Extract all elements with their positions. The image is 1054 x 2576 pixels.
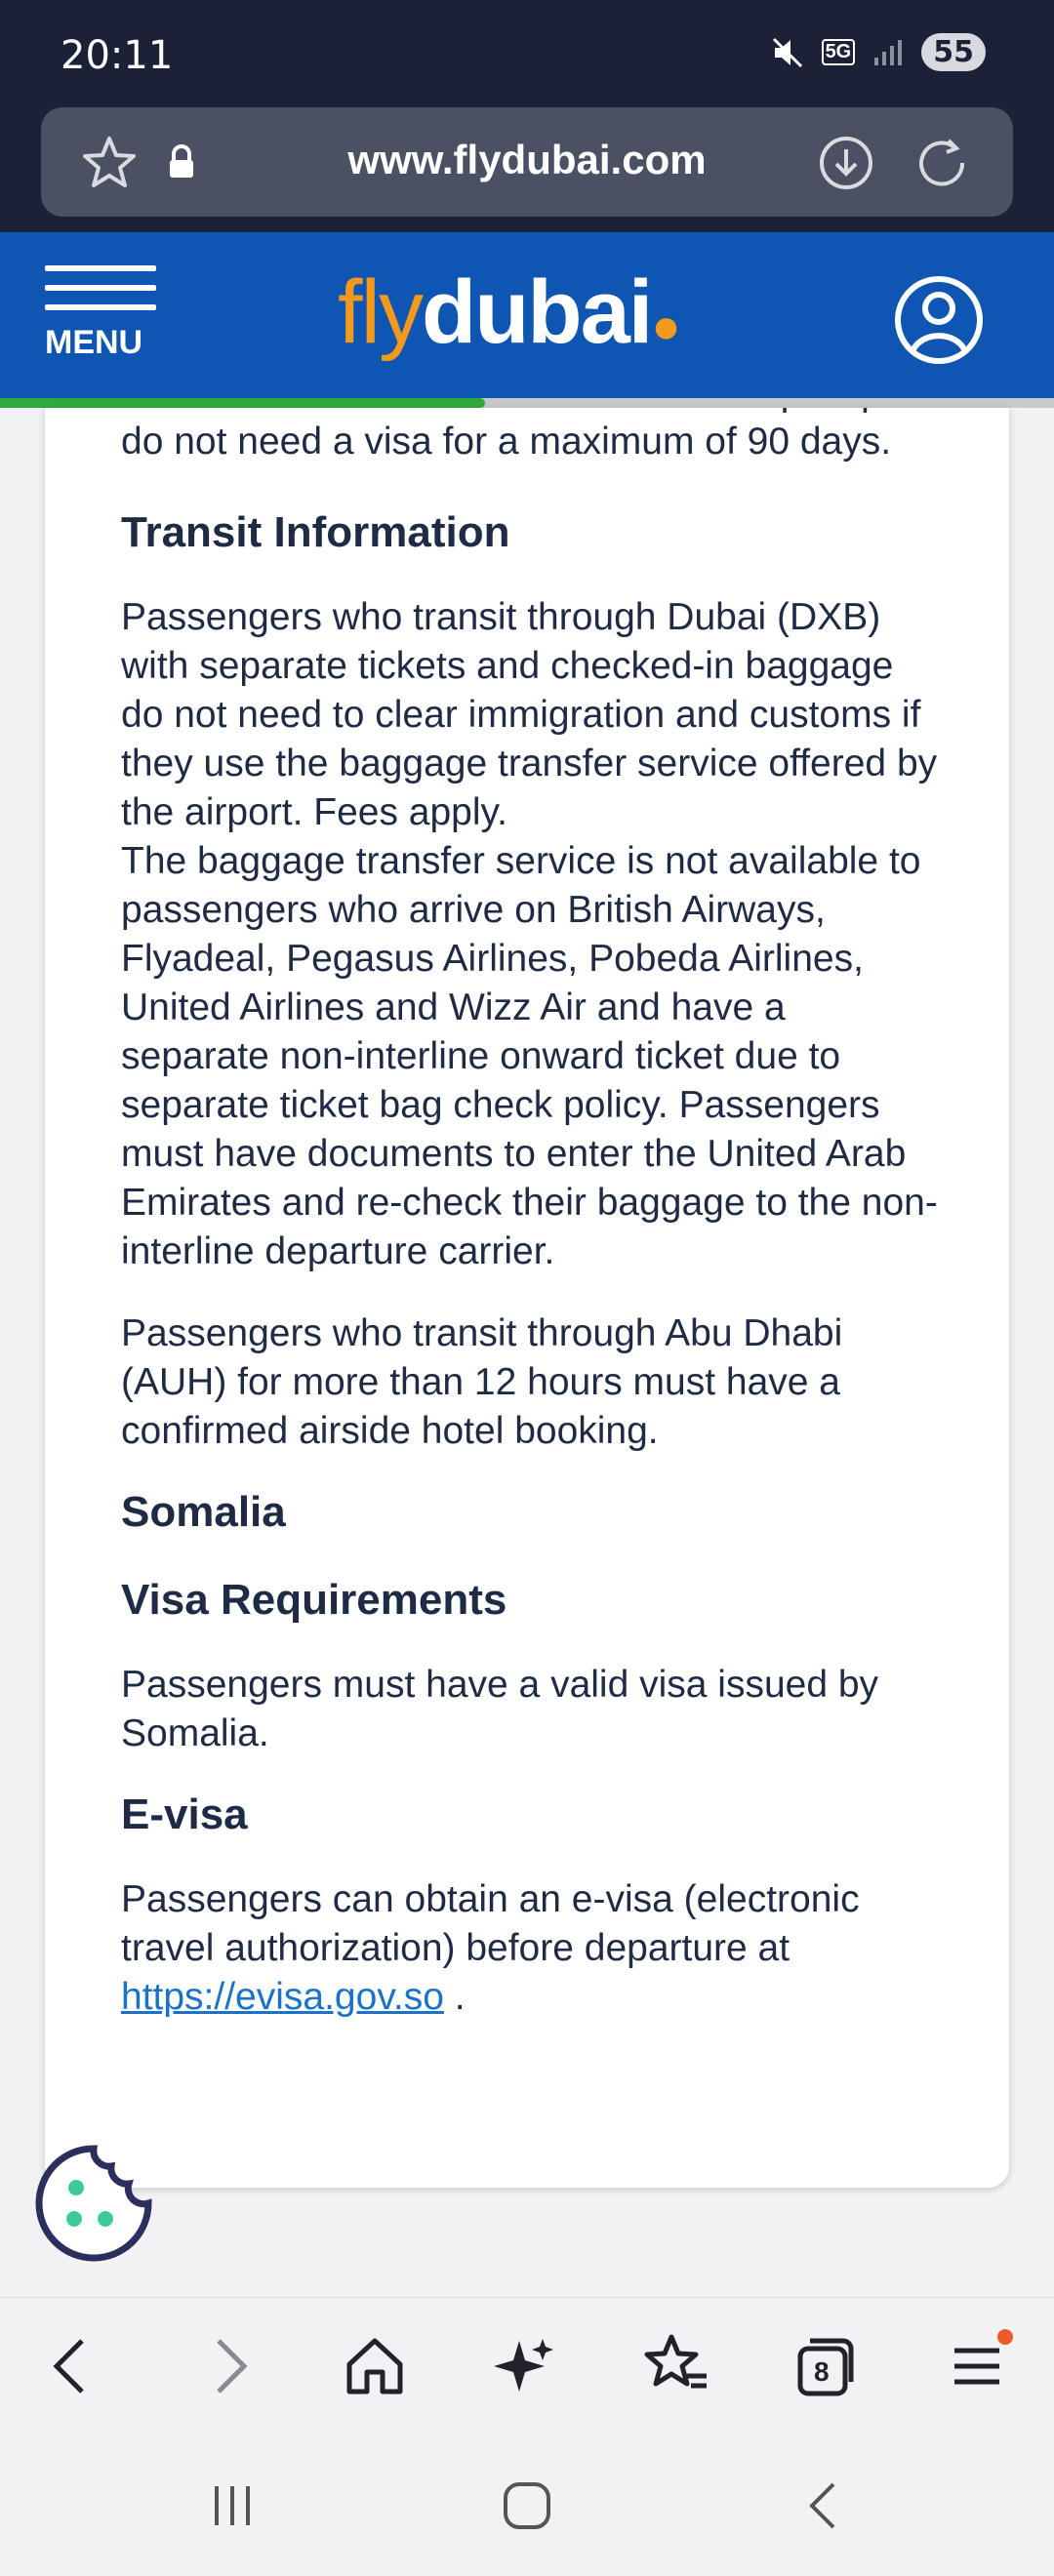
visa-text: Passengers must have a valid visa issued… [121,1664,879,1754]
status-bar: 20:11 5G 55 [0,0,1054,107]
status-time: 20:11 [61,33,174,78]
progress-fill [0,398,485,408]
system-navigation-bar [0,2432,1054,2576]
transit-paragraph-2: The baggage transfer service is not avai… [121,840,938,1272]
hamburger-line [45,265,156,271]
back-icon[interactable] [35,2327,113,2405]
evisa-end: . [443,1976,466,2018]
flydubai-logo[interactable]: flydubai● [338,262,681,364]
logo-dot: ● [651,299,680,353]
evisa-paragraph: Passengers can obtain an e-visa (electro… [121,1875,941,2022]
menu-label: MENU [45,324,143,361]
content-body: British nationals with a "British Citize… [121,408,941,2022]
reload-icon[interactable] [913,135,970,191]
back-nav-icon[interactable] [794,2476,853,2535]
logo-dubai: dubai [422,262,653,362]
signal-icon [874,39,903,65]
network-badge: 5G [821,39,856,65]
transit-paragraph-1: Passengers who transit through Dubai (DX… [121,596,938,833]
battery-indicator: 55 [921,33,986,71]
browser-address-area: www.flydubai.com [0,107,1054,232]
page-load-progress [0,398,1054,408]
profile-icon[interactable] [894,256,1033,394]
recent-apps-icon[interactable] [203,2476,262,2535]
cookie-settings-icon[interactable] [33,2143,154,2264]
evisa-text: Passengers can obtain an e-visa (electro… [121,1878,860,1969]
tabs-count: 8 [814,2356,830,2387]
status-icons: 5G 55 [771,33,986,71]
home-nav-icon[interactable] [496,2475,558,2537]
evisa-link[interactable]: https://evisa.gov.so [121,1976,444,2018]
bookmarks-icon[interactable] [636,2327,714,2405]
menu-icon[interactable] [939,2327,1017,2405]
evisa-heading: E-visa [121,1791,248,1838]
intro-text: British nationals with a "British Citize… [121,408,926,463]
download-icon[interactable] [818,135,874,191]
country-heading: Somalia [121,1488,286,1536]
content-card: British nationals with a "British Citize… [45,408,1009,2188]
hamburger-line [45,304,156,310]
transit-paragraph-3: Passengers who transit through Abu Dhabi… [121,1312,843,1452]
ai-sparkle-icon[interactable] [486,2327,564,2405]
tabs-button[interactable]: 8 [787,2327,865,2405]
address-bar[interactable]: www.flydubai.com [41,107,1013,217]
logo-fly: fly [338,262,424,362]
forward-icon[interactable] [187,2327,265,2405]
visa-heading: Visa Requirements [121,1576,507,1624]
menu-button[interactable]: MENU [45,265,162,373]
hamburger-line [45,285,156,291]
site-header: MENU flydubai● [0,232,1054,398]
mute-icon [772,37,802,67]
browser-toolbar: 8 [0,2297,1054,2432]
home-icon[interactable] [336,2327,414,2405]
transit-heading: Transit Information [121,508,510,556]
